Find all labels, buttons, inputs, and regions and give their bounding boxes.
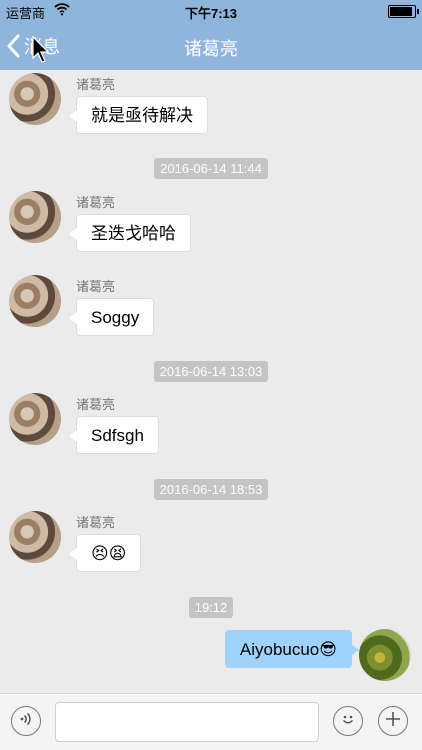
emoji-button[interactable]	[333, 706, 363, 736]
sender-name: 诸葛亮	[76, 77, 116, 92]
message-bubble[interactable]: Sdfsgh	[69, 416, 159, 454]
message-item: 诸葛亮 圣迭戈哈哈	[0, 188, 422, 258]
add-button[interactable]	[378, 706, 408, 736]
message-item: 诸葛亮 😣😫	[0, 508, 422, 578]
nav-bar: 消息 诸葛亮	[0, 22, 422, 70]
voice-button[interactable]	[11, 706, 41, 736]
sender-name: 诸葛亮	[76, 195, 116, 210]
sender-name: 诸葛亮	[76, 515, 116, 530]
battery-icon	[388, 5, 419, 18]
message-list[interactable]: 诸葛亮 就是亟待解决 2016-06-14 11:44 诸葛亮 圣迭戈哈哈 诸葛…	[0, 70, 422, 693]
avatar[interactable]	[9, 191, 61, 243]
timestamp: 2016-06-14 13:03	[0, 361, 422, 382]
timestamp: 2016-06-14 11:44	[0, 158, 422, 179]
carrier-label: 运营商	[6, 6, 46, 21]
message-bubble[interactable]: 😣😫	[68, 534, 142, 572]
message-item-self: Aiyobucuo😎	[0, 626, 422, 686]
chevron-left-icon	[6, 34, 20, 58]
sender-name: 诸葛亮	[76, 279, 116, 294]
timestamp: 19:12	[0, 597, 422, 618]
avatar[interactable]	[359, 629, 411, 681]
timestamp: 2016-06-14 18:53	[0, 479, 422, 500]
voice-icon	[18, 711, 34, 732]
sender-name: 诸葛亮	[76, 397, 116, 412]
message-bubble[interactable]: 圣迭戈哈哈	[69, 214, 191, 252]
message-bubble[interactable]: Soggy	[68, 298, 155, 336]
message-bubble[interactable]: Aiyobucuo😎	[224, 630, 360, 668]
avatar[interactable]	[9, 511, 61, 563]
avatar[interactable]	[9, 393, 61, 445]
smiley-icon	[339, 710, 357, 733]
message-item: 诸葛亮 Sdfsgh	[0, 390, 422, 460]
timestamp-label: 2016-06-14 13:03	[153, 361, 269, 382]
message-input[interactable]	[55, 702, 319, 742]
wifi-icon	[54, 1, 70, 20]
input-bar	[0, 693, 422, 750]
mouse-cursor-icon	[32, 35, 50, 69]
message-item: 诸葛亮 就是亟待解决	[0, 70, 422, 140]
timestamp-label: 2016-06-14 11:44	[154, 158, 268, 179]
timestamp-label: 19:12	[188, 597, 234, 618]
avatar[interactable]	[9, 275, 61, 327]
page-title: 诸葛亮	[184, 39, 238, 59]
avatar[interactable]	[9, 73, 61, 125]
status-bar: 运营商 下午7:13	[0, 0, 422, 22]
plus-icon	[384, 710, 402, 733]
message-bubble[interactable]: 就是亟待解决	[69, 96, 208, 134]
message-item: 诸葛亮 Soggy	[0, 272, 422, 342]
timestamp-label: 2016-06-14 18:53	[153, 479, 269, 500]
